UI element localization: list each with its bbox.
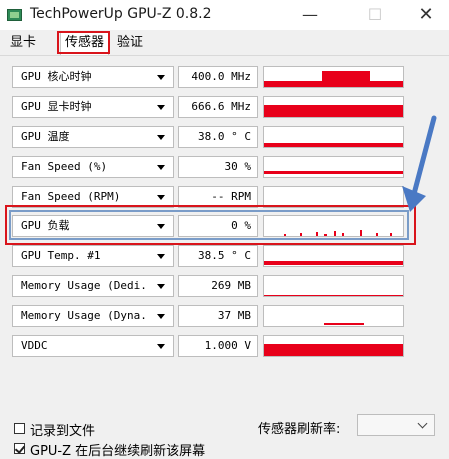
title-bar: TechPowerUp GPU-Z 0.8.2 — ☐ ✕ xyxy=(0,0,449,30)
graph-bar xyxy=(264,344,403,356)
minimize-button[interactable]: — xyxy=(287,0,333,30)
pointer-arrow-icon xyxy=(402,115,437,212)
sensor-graph xyxy=(263,126,404,148)
sensor-value: 37 MB xyxy=(178,305,258,327)
sensor-label: Memory Usage (Dedi. xyxy=(21,279,147,292)
tab-highlight-box xyxy=(57,31,110,54)
sensor-select[interactable]: Fan Speed (%) xyxy=(12,156,174,178)
app-icon xyxy=(7,9,22,21)
sensor-label: GPU 温度 xyxy=(21,130,70,143)
sensors-panel: GPU 核心时钟 400.0 MHz GPU 显卡时钟 666.6 MHz GPU 温度… xyxy=(0,56,449,449)
sensor-value: 666.6 MHz xyxy=(178,96,258,118)
log-to-file-checkbox[interactable] xyxy=(14,423,25,434)
sensor-row: GPU 核心时钟 400.0 MHz xyxy=(0,66,449,88)
sensor-graph xyxy=(263,66,404,88)
dropdown-arrow-icon[interactable] xyxy=(157,344,165,349)
sensor-select[interactable]: GPU 显卡时钟 xyxy=(12,96,174,118)
sensor-row: GPU 温度 38.0 ° C xyxy=(0,126,449,148)
sensor-row: Memory Usage (Dedi. 269 MB xyxy=(0,275,449,297)
tab-graphics-card[interactable]: 显卡 xyxy=(6,33,40,53)
window-title: TechPowerUp GPU-Z 0.8.2 xyxy=(30,6,212,22)
sensor-row: GPU 显卡时钟 666.6 MHz xyxy=(0,96,449,118)
sensor-graph xyxy=(263,335,404,357)
sensor-select[interactable]: GPU 核心时钟 xyxy=(12,66,174,88)
dropdown-arrow-icon[interactable] xyxy=(157,314,165,319)
graph-bar xyxy=(322,71,370,87)
sensor-graph xyxy=(263,96,404,118)
sensor-label: GPU 显卡时钟 xyxy=(21,100,92,113)
sensor-graph xyxy=(263,275,404,297)
graph-bar xyxy=(370,81,403,87)
sensor-select[interactable]: VDDC xyxy=(12,335,174,357)
sensor-label: GPU Temp. #1 xyxy=(21,249,101,262)
graph-bar xyxy=(324,323,364,325)
graph-bar xyxy=(264,295,403,296)
sensor-select[interactable]: Memory Usage (Dyna. xyxy=(12,305,174,327)
sensor-row: GPU Temp. #1 38.5 ° C xyxy=(0,245,449,267)
sensor-graph xyxy=(263,156,404,178)
sensor-value: 269 MB xyxy=(178,275,258,297)
graph-bar xyxy=(264,146,403,147)
sensor-value: 400.0 MHz xyxy=(178,66,258,88)
graph-bar xyxy=(264,81,322,87)
sensor-label: Memory Usage (Dyna. xyxy=(21,309,147,322)
refresh-rate-select[interactable] xyxy=(357,414,435,436)
tab-validation[interactable]: 验证 xyxy=(113,33,147,53)
sensor-select[interactable]: Memory Usage (Dedi. xyxy=(12,275,174,297)
graph-bar xyxy=(264,143,403,146)
sensor-select[interactable]: GPU Temp. #1 xyxy=(12,245,174,267)
dropdown-arrow-icon[interactable] xyxy=(157,105,165,110)
sensor-row: Fan Speed (%) 30 % xyxy=(0,156,449,178)
chevron-down-icon xyxy=(417,418,428,429)
sensor-value: 1.000 V xyxy=(178,335,258,357)
log-to-file-label: 记录到文件 xyxy=(30,424,96,439)
dropdown-arrow-icon[interactable] xyxy=(157,135,165,140)
sensor-graph xyxy=(263,245,404,267)
sensor-graph xyxy=(263,305,404,327)
sensor-label: GPU 核心时钟 xyxy=(21,70,92,83)
close-button[interactable]: ✕ xyxy=(403,0,449,30)
sensor-label: VDDC xyxy=(21,339,48,352)
dropdown-arrow-icon[interactable] xyxy=(157,195,165,200)
graph-bar xyxy=(264,261,403,265)
dropdown-arrow-icon[interactable] xyxy=(157,75,165,80)
dropdown-arrow-icon[interactable] xyxy=(157,254,165,259)
refresh-rate-label: 传感器刷新率: xyxy=(258,422,341,437)
sensor-select[interactable]: GPU 温度 xyxy=(12,126,174,148)
sensor-row: VDDC 1.000 V xyxy=(0,335,449,357)
background-refresh-label: GPU-Z 在后台继续刷新该屏幕 xyxy=(30,444,206,459)
sensor-value: 30 % xyxy=(178,156,258,178)
maximize-button[interactable]: ☐ xyxy=(352,0,398,30)
dropdown-arrow-icon[interactable] xyxy=(157,165,165,170)
sensor-value: 38.5 ° C xyxy=(178,245,258,267)
graph-bar xyxy=(264,171,403,174)
sensor-row: Memory Usage (Dyna. 37 MB xyxy=(0,305,449,327)
sensor-value: 38.0 ° C xyxy=(178,126,258,148)
dropdown-arrow-icon[interactable] xyxy=(157,284,165,289)
gpu-load-selection-box xyxy=(9,210,409,240)
sensor-label: Fan Speed (RPM) xyxy=(21,190,121,203)
graph-bar xyxy=(264,105,403,117)
sensor-label: Fan Speed (%) xyxy=(21,160,108,173)
